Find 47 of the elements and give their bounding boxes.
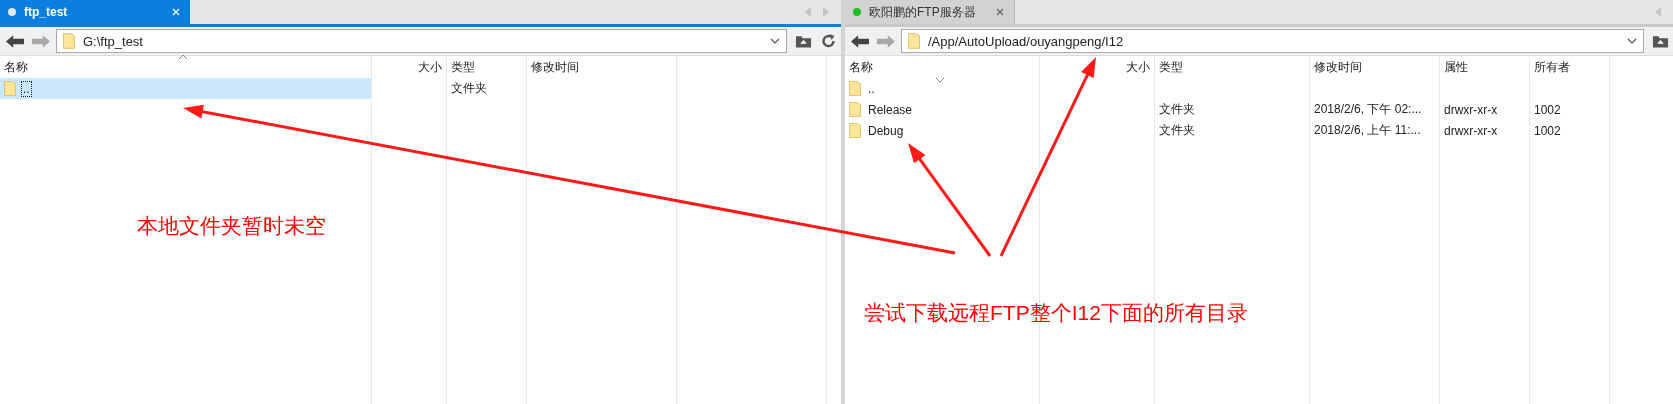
file-row[interactable]: ..	[0, 78, 371, 99]
back-arrow-icon[interactable]	[851, 34, 869, 48]
column-header[interactable]: 大小	[418, 58, 442, 76]
close-icon[interactable]	[996, 8, 1004, 16]
file-name: Release	[867, 101, 914, 118]
folder-up-icon[interactable]	[1652, 33, 1669, 49]
column-header[interactable]: 名称	[849, 58, 873, 76]
path-field[interactable]: /App/AutoUpload/ouyangpeng/I12	[901, 29, 1644, 53]
tab[interactable]: 欧阳鹏的FTP服务器	[845, 0, 1015, 24]
column-header[interactable]: 类型	[451, 58, 475, 76]
folder-icon	[849, 102, 861, 117]
folder-icon	[849, 123, 861, 138]
column-header[interactable]: 类型	[1159, 58, 1183, 76]
column-header[interactable]: 修改时间	[1314, 58, 1362, 76]
path-field[interactable]: G:\ftp_test	[56, 29, 787, 53]
file-row[interactable]: Release	[845, 99, 1039, 120]
table-cell: 文件夹	[451, 80, 487, 97]
tab[interactable]: ftp_test	[0, 0, 190, 24]
table-cell: 1002	[1534, 123, 1561, 138]
file-name: ..	[867, 80, 876, 97]
file-row[interactable]: ..	[845, 78, 1039, 99]
column-header[interactable]: 修改时间	[531, 58, 579, 76]
folder-icon	[908, 33, 920, 49]
table-cell: 文件夹	[1159, 122, 1195, 139]
column-header[interactable]: 大小	[1126, 58, 1150, 76]
file-name: Debug	[867, 122, 905, 139]
column-header[interactable]: 名称	[4, 58, 28, 76]
column-header[interactable]: 属性	[1444, 58, 1468, 76]
table-cell: 2018/2/6, 下午 02:...	[1314, 101, 1422, 118]
table-cell: 2018/2/6, 上午 11:...	[1314, 122, 1421, 139]
annotation-text: 尝试下载远程FTP整个I12下面的所有目录	[864, 300, 1248, 326]
column-header[interactable]: 所有者	[1534, 58, 1570, 76]
folder-icon	[849, 81, 861, 96]
table-cell: drwxr-xr-x	[1444, 123, 1498, 138]
folder-up-icon[interactable]	[795, 33, 812, 49]
dropdown-chevron-icon[interactable]	[1627, 38, 1637, 44]
file-row[interactable]: Debug	[845, 120, 1039, 141]
file-name: ..	[21, 80, 32, 97]
folder-icon	[63, 33, 75, 49]
folder-icon	[4, 81, 16, 96]
annotation-text: 本地文件夹暂时未空	[137, 213, 326, 239]
dropdown-chevron-icon[interactable]	[770, 38, 780, 44]
table-cell: 文件夹	[1159, 101, 1195, 118]
refresh-icon[interactable]	[820, 33, 837, 49]
table-cell: drwxr-xr-x	[1444, 102, 1498, 117]
table-cell: 1002	[1534, 102, 1561, 117]
back-arrow-icon[interactable]	[6, 34, 24, 48]
